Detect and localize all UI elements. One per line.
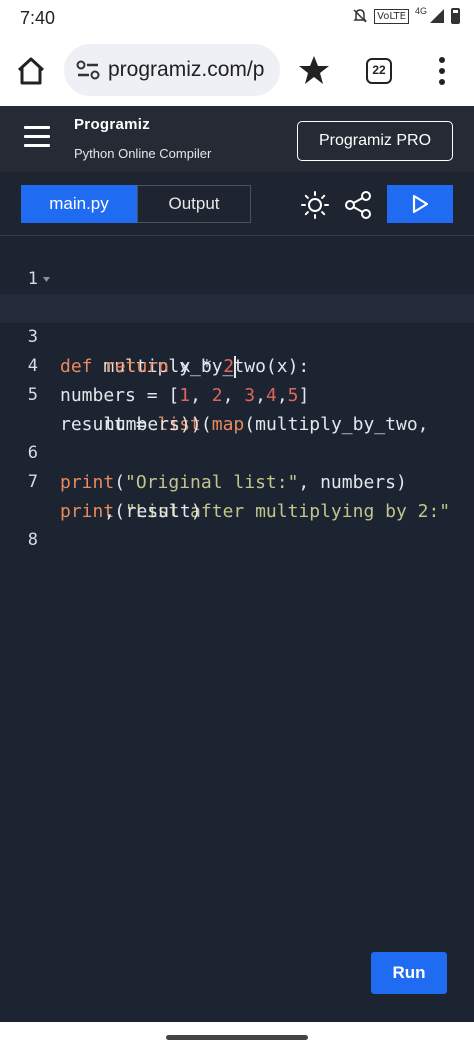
site-header: Programiz Python Online Compiler Program…: [0, 106, 474, 172]
run-play-icon: [412, 194, 429, 214]
network-type: 4G: [414, 6, 427, 16]
code-line[interactable]: 2 def multiply_by_two(x):: [0, 265, 474, 377]
code-line-active[interactable]: 3 return x * 2: [0, 294, 474, 378]
code-line[interactable]: 1: [0, 236, 474, 289]
system-nav-bar: [0, 1022, 474, 1053]
programiz-pro-button[interactable]: Programiz PRO: [297, 121, 453, 161]
run-button[interactable]: Run: [371, 952, 447, 994]
url-text[interactable]: programiz.com/p: [108, 58, 264, 82]
page-subtitle: Python Online Compiler: [74, 146, 212, 161]
code-line[interactable]: 6 print("Original list:", numbers): [0, 410, 474, 493]
volte-icon: VoLTE: [374, 8, 409, 24]
run-play-button[interactable]: [387, 185, 453, 223]
star-icon[interactable]: [298, 54, 330, 86]
site-settings-icon[interactable]: [76, 60, 100, 80]
status-time: 7:40: [20, 8, 56, 28]
tab-main-py[interactable]: main.py: [21, 185, 137, 223]
status-icons: VoLTE 4G: [352, 6, 460, 24]
home-icon[interactable]: [14, 54, 48, 88]
bell-off-icon: [353, 9, 367, 23]
signal-icon: [430, 9, 444, 23]
gesture-handle[interactable]: [166, 1035, 308, 1040]
code-line[interactable]: 7 print("List after multiplying by 2:": [0, 439, 474, 522]
tabs-count-button[interactable]: 22: [366, 58, 392, 84]
fold-arrow-icon[interactable]: [42, 265, 51, 294]
tab-output[interactable]: Output: [137, 185, 251, 223]
code-line[interactable]: 8: [0, 497, 474, 550]
battery-icon: [451, 8, 460, 24]
url-bar[interactable]: programiz.com/p: [64, 44, 280, 96]
code-line-wrap[interactable]: numbers)): [0, 381, 474, 435]
theme-sun-icon[interactable]: [300, 190, 330, 220]
code-line[interactable]: 5 result = list(map(multiply_by_two,: [0, 352, 474, 435]
code-line-wrap[interactable]: , result): [0, 468, 474, 522]
programiz-logo[interactable]: Programiz: [74, 116, 150, 133]
browser-toolbar: programiz.com/p 22: [0, 36, 474, 106]
code-line[interactable]: 4 numbers = [1, 2, 3,4,5]: [0, 323, 474, 406]
share-icon[interactable]: [344, 190, 372, 220]
line-number: 8: [27, 530, 38, 550]
hamburger-menu-icon[interactable]: [24, 126, 50, 148]
more-vert-icon[interactable]: [432, 54, 452, 88]
status-bar: 7:40 VoLTE 4G: [0, 0, 474, 36]
editor-toolbar: main.py Output: [0, 172, 474, 236]
code-editor[interactable]: 1 2 def multiply_by_two(x): 3 return x *…: [0, 236, 474, 1022]
